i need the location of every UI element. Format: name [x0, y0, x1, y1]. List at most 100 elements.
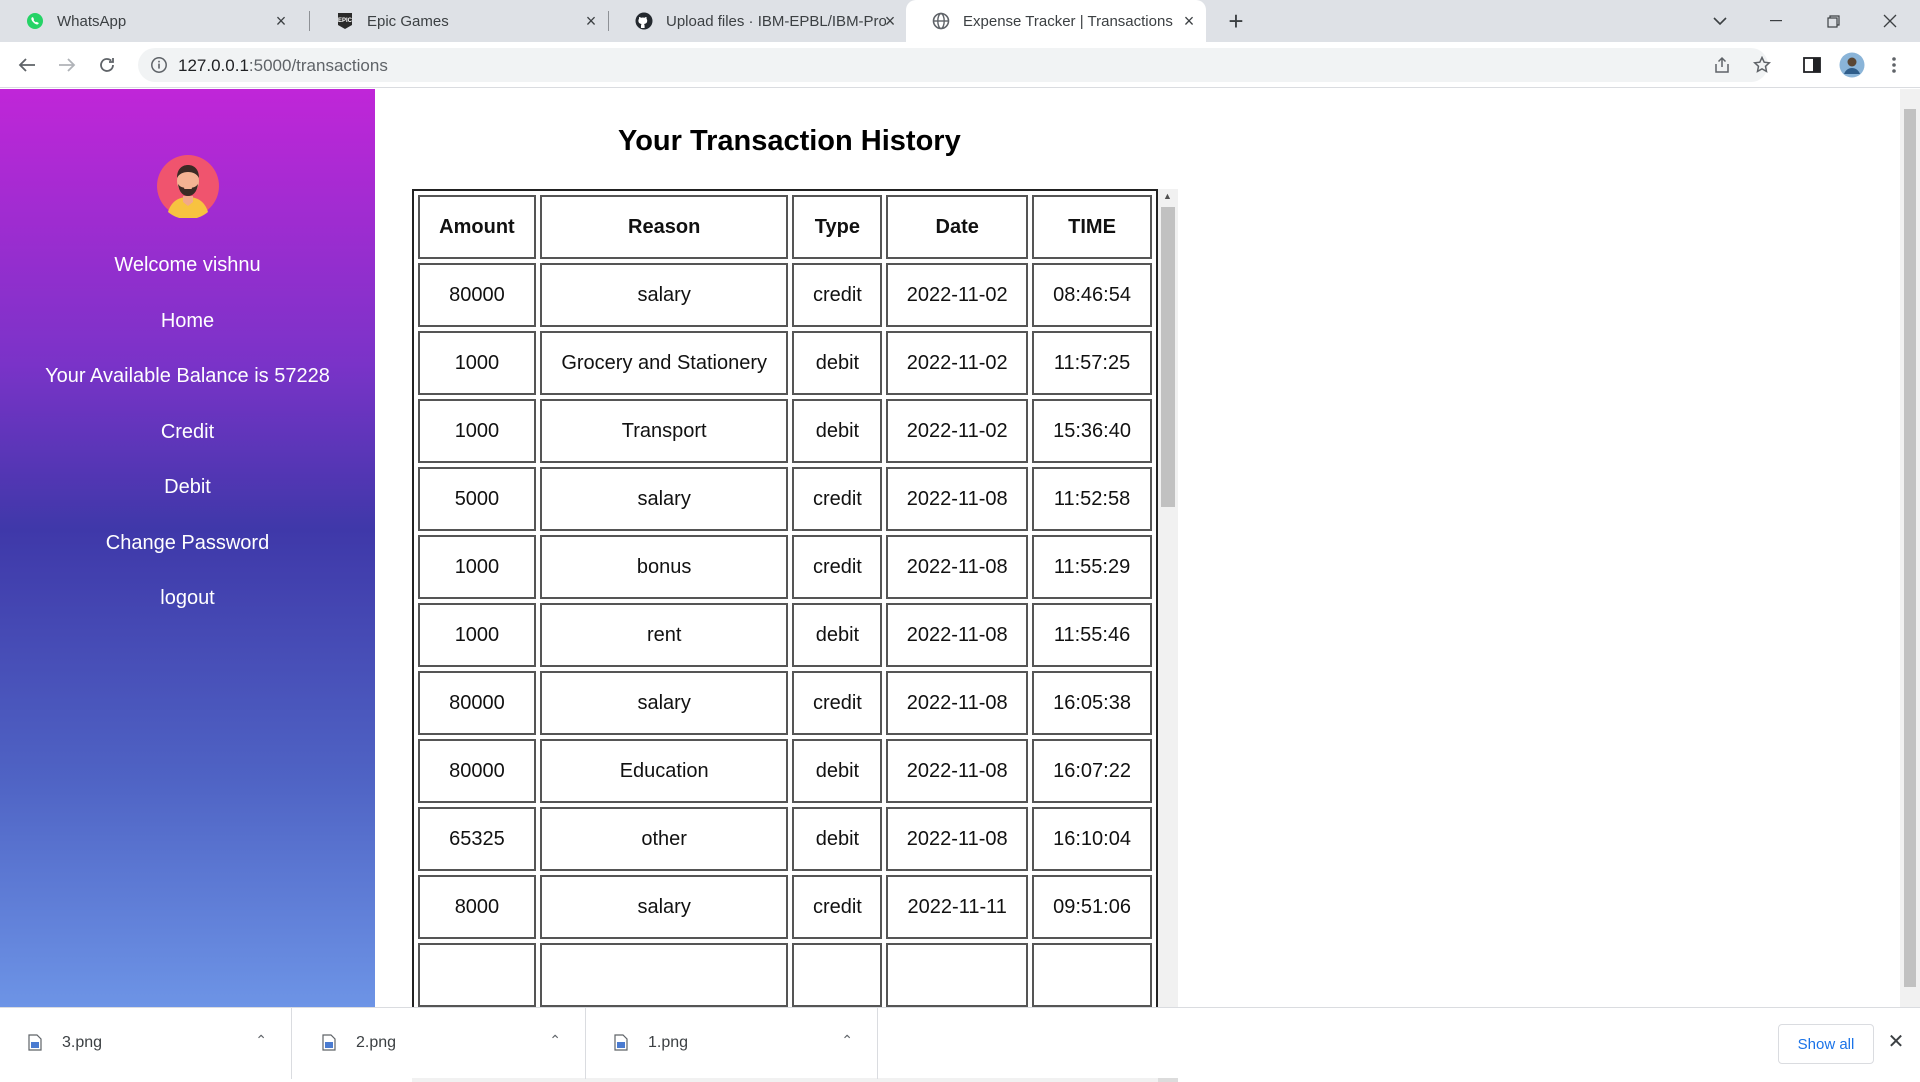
image-file-icon	[28, 1034, 42, 1051]
cell-reason: salary	[539, 875, 789, 939]
address-bar[interactable]: 127.0.0.1:5000/transactions	[138, 48, 1768, 82]
download-bar: 3.png ⌃ 2.png ⌃ 1.png ⌃ Show all ✕	[0, 1007, 1920, 1079]
transaction-table-container: Amount Reason Type Date TIME 80000 salary…	[412, 189, 1178, 1082]
table-row: 1000 Grocery and Stationery debit 2022-11-0…	[418, 331, 1152, 395]
scrollbar-thumb[interactable]	[1161, 207, 1175, 507]
cell-time: 08:46:54	[1032, 263, 1152, 327]
transaction-table-viewport: Amount Reason Type Date TIME 80000 salary…	[412, 189, 1158, 1062]
cell-time: 11:57:25	[1032, 331, 1152, 395]
chevron-up-icon[interactable]: ⌃	[841, 1032, 853, 1049]
cell-amount: 1000	[418, 331, 536, 395]
table-row: 65325 other debit 2022-11-08 16:10:04	[418, 807, 1152, 871]
cell-type: credit	[792, 467, 883, 531]
welcome-text: Welcome vishnu	[114, 254, 261, 276]
tab-whatsapp[interactable]: WhatsApp ×	[0, 0, 298, 42]
table-row: 1000 rent debit 2022-11-08 11:55:46	[418, 603, 1152, 667]
cell-reason: Education	[539, 739, 789, 803]
table-row: 5000 salary credit 2022-11-08 11:52:58	[418, 467, 1152, 531]
page-vertical-scrollbar[interactable]	[1900, 89, 1920, 1007]
nav-change-password-link[interactable]: Change Password	[0, 532, 375, 555]
show-all-downloads-button[interactable]: Show all	[1778, 1024, 1874, 1064]
cell-amount: 5000	[418, 467, 536, 531]
cell-type	[792, 943, 883, 1007]
table-row: 80000 Education debit 2022-11-08 16:07:22	[418, 739, 1152, 803]
cell-reason: salary	[539, 263, 789, 327]
cell-amount: 65325	[418, 807, 536, 871]
nav-logout-link[interactable]: logout	[0, 587, 375, 610]
page-viewport: Welcome vishnu Home Your Available Balan…	[0, 89, 1920, 1082]
column-header-time: TIME	[1032, 195, 1152, 259]
chevron-up-icon[interactable]: ⌃	[549, 1032, 561, 1049]
side-panel-icon[interactable]	[1798, 51, 1826, 79]
cell-type: debit	[792, 807, 883, 871]
share-icon[interactable]	[1708, 51, 1736, 79]
tab-github-upload[interactable]: Upload files · IBM-EPBL/IBM-Proj ×	[609, 0, 907, 42]
cell-amount: 1000	[418, 603, 536, 667]
tab-search-icon[interactable]	[1692, 0, 1748, 42]
cell-reason: other	[539, 807, 789, 871]
tab-epic-games[interactable]: EPIC Epic Games ×	[310, 0, 608, 42]
chevron-up-icon[interactable]: ⌃	[255, 1032, 267, 1049]
tab-title: Expense Tracker | Transactions	[963, 12, 1173, 30]
site-info-icon[interactable]	[150, 56, 168, 74]
close-tab-icon[interactable]: ×	[881, 12, 899, 30]
nav-home-link[interactable]: Home	[0, 310, 375, 333]
tab-expense-tracker[interactable]: Expense Tracker | Transactions ×	[906, 0, 1206, 42]
cell-date: 2022-11-02	[886, 263, 1029, 327]
cell-time: 16:07:22	[1032, 739, 1152, 803]
cell-date: 2022-11-08	[886, 467, 1029, 531]
scroll-up-arrow-icon[interactable]: ▲	[1163, 191, 1172, 201]
cell-date: 2022-11-08	[886, 535, 1029, 599]
table-row: 1000 Transport debit 2022-11-02 15:36:40	[418, 399, 1152, 463]
whatsapp-icon	[26, 12, 44, 30]
download-item[interactable]: 3.png ⌃	[0, 1008, 292, 1079]
restore-button[interactable]	[1805, 0, 1861, 42]
url-path: :5000/transactions	[248, 56, 388, 75]
url-host: 127.0.0.1	[178, 56, 249, 75]
new-tab-button[interactable]: +	[1221, 6, 1251, 36]
close-download-bar-icon[interactable]: ✕	[1884, 1030, 1908, 1054]
reload-button[interactable]	[92, 50, 122, 80]
cell-reason: Grocery and Stationery	[539, 331, 789, 395]
menu-kebab-icon[interactable]	[1880, 51, 1908, 79]
cell-type: debit	[792, 331, 883, 395]
back-button[interactable]	[12, 50, 42, 80]
cell-type: debit	[792, 399, 883, 463]
cell-type: credit	[792, 671, 883, 735]
cell-reason: Transport	[539, 399, 789, 463]
download-item[interactable]: 1.png ⌃	[586, 1008, 878, 1079]
page-scrollbar-thumb[interactable]	[1904, 109, 1916, 987]
close-tab-icon[interactable]: ×	[582, 12, 600, 30]
table-vertical-scrollbar[interactable]: ▲ ▼	[1158, 189, 1178, 1062]
close-tab-icon[interactable]: ×	[272, 12, 290, 30]
table-row-partial	[418, 943, 1152, 1007]
download-item[interactable]: 2.png ⌃	[294, 1008, 586, 1079]
cell-reason: salary	[539, 467, 789, 531]
cell-amount: 1000	[418, 535, 536, 599]
epic-games-icon: EPIC	[336, 12, 354, 30]
forward-button[interactable]	[52, 50, 82, 80]
cell-time: 16:10:04	[1032, 807, 1152, 871]
column-header-date: Date	[886, 195, 1029, 259]
download-filename: 2.png	[356, 1034, 397, 1051]
profile-avatar-icon[interactable]	[1838, 51, 1866, 79]
page-title: Your Transaction History	[618, 125, 961, 157]
cell-date	[886, 943, 1029, 1007]
tab-title: Upload files · IBM-EPBL/IBM-Proj	[666, 12, 886, 30]
cell-date: 2022-11-08	[886, 739, 1029, 803]
cell-reason	[539, 943, 789, 1007]
cell-time: 11:52:58	[1032, 467, 1152, 531]
cell-type: debit	[792, 739, 883, 803]
cell-amount: 80000	[418, 671, 536, 735]
bookmark-star-icon[interactable]	[1748, 51, 1776, 79]
image-file-icon	[322, 1034, 336, 1051]
close-window-button[interactable]	[1862, 0, 1918, 42]
balance-text: Your Available Balance is 57228	[45, 365, 330, 387]
table-row: 8000 salary credit 2022-11-11 09:51:06	[418, 875, 1152, 939]
close-tab-icon[interactable]: ×	[1180, 12, 1198, 30]
nav-credit-link[interactable]: Credit	[0, 421, 375, 444]
cell-type: credit	[792, 535, 883, 599]
tab-title: WhatsApp	[57, 12, 127, 30]
minimize-button[interactable]	[1748, 0, 1804, 42]
nav-debit-link[interactable]: Debit	[0, 476, 375, 499]
